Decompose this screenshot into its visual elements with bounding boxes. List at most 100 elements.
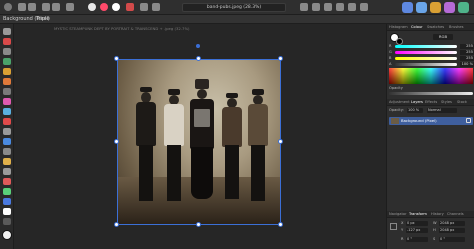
transform-panel-tabs: Navigator Transform History Channels (387, 211, 474, 218)
slider-blue[interactable]: B 255 (389, 56, 474, 61)
new-document-icon[interactable] (18, 3, 26, 11)
resize-handle-top[interactable] (196, 56, 201, 61)
tab-styles[interactable]: Styles (441, 100, 452, 105)
tab-stock[interactable]: Stock (457, 100, 467, 105)
transform-w-field[interactable]: 2048 px (439, 221, 465, 226)
color-mode-dropdown[interactable]: RGB (433, 34, 453, 40)
red-eye-tool-icon[interactable] (3, 168, 11, 175)
paint-brush-icon[interactable] (3, 118, 11, 125)
zoom-tool-icon[interactable] (3, 48, 11, 55)
layer-thumbnail (391, 118, 399, 124)
slider-green[interactable]: G 255 (389, 50, 474, 55)
opacity-label: Opacity (389, 86, 403, 90)
slider-red[interactable]: R 255 (389, 44, 474, 49)
resize-handle-top-left[interactable] (114, 56, 119, 61)
color-spectrum[interactable] (389, 68, 473, 84)
transform-y-field[interactable]: -127 px (406, 228, 428, 233)
pointer-icon[interactable] (88, 3, 96, 11)
quickmask-icon[interactable] (348, 3, 356, 11)
dodge-tool-icon[interactable] (3, 138, 11, 145)
redo-icon[interactable] (52, 3, 60, 11)
selection-brush-icon[interactable] (3, 68, 11, 75)
document-path: MYSTIC STEAMPUNK DEPT BY PORTRAIT & TRAN… (54, 26, 190, 31)
shape-tool-icon[interactable] (3, 198, 11, 205)
export-persona-icon[interactable] (458, 2, 469, 13)
tab-colour[interactable]: Colour (411, 25, 423, 30)
resize-handle-left[interactable] (114, 139, 119, 144)
primary-color-swatch[interactable] (2, 230, 12, 240)
transform-mode-icon[interactable] (336, 3, 344, 11)
tab-channels[interactable]: Channels (447, 212, 464, 217)
tab-adjustment[interactable]: Adjustment (389, 100, 410, 105)
layer-name: Background (Pixel) (401, 118, 437, 123)
resize-handle-bottom-left[interactable] (114, 222, 119, 227)
tools-panel (0, 24, 14, 249)
freehand-selection-icon[interactable] (3, 88, 11, 95)
clone-tool-icon[interactable] (3, 148, 11, 155)
erase-brush-icon[interactable] (3, 128, 11, 135)
arrange-icon[interactable] (152, 3, 160, 11)
anchor-point-grid[interactable] (390, 223, 397, 230)
transform-rotation-field[interactable]: 0 ° (406, 237, 428, 242)
layer-row-background[interactable]: Background (Pixel) (389, 117, 473, 125)
tab-swatches[interactable]: Swatches (427, 25, 444, 30)
healing-brush-icon[interactable] (3, 158, 11, 165)
resize-handle-bottom[interactable] (196, 222, 201, 227)
transform-shear-field[interactable]: 0 ° (439, 237, 465, 242)
canvas-workspace[interactable]: MYSTIC STEAMPUNK DEPT BY PORTRAIT & TRAN… (14, 24, 386, 249)
align-icon[interactable] (140, 3, 148, 11)
right-studio-panel: Histogram Colour Swatches Brushes RGB R … (386, 24, 474, 249)
transform-h-field[interactable]: 2048 px (439, 228, 465, 233)
layer-opacity-field[interactable]: 100 % (407, 108, 423, 113)
tab-transform[interactable]: Transform (409, 212, 427, 217)
selection-bounding-box[interactable] (117, 59, 281, 225)
tab-histogram[interactable]: Histogram (389, 25, 408, 30)
tab-layers[interactable]: Layers (411, 100, 423, 105)
tab-brushes[interactable]: Brushes (449, 25, 463, 30)
tone-mapping-persona-icon[interactable] (444, 2, 455, 13)
layer-visibility-checkbox[interactable] (466, 118, 471, 123)
tab-effects[interactable]: Effects (425, 100, 437, 105)
layers-panel-tabs: Adjustment Layers Effects Styles Stock (387, 99, 474, 106)
color-wheel-icon[interactable] (100, 3, 108, 11)
magnet-icon[interactable] (312, 3, 320, 11)
document-title[interactable]: band-pubs.jpeg (28.3%) (182, 3, 286, 12)
view-mode-icon[interactable] (360, 3, 368, 11)
top-toolbar: band-pubs.jpeg (28.3%) (0, 0, 474, 15)
liquify-persona-icon[interactable] (416, 2, 427, 13)
transform-x-field[interactable]: 0 px (406, 221, 428, 226)
levels-icon[interactable] (126, 3, 134, 11)
mode-dropdown[interactable]: Triple (36, 16, 49, 23)
flood-fill-icon[interactable] (3, 98, 11, 105)
crop-tool-icon[interactable] (3, 58, 11, 65)
gradient-tool-icon[interactable] (3, 108, 11, 115)
grid-icon[interactable] (66, 3, 74, 11)
pen-tool-icon[interactable] (3, 188, 11, 195)
text-tool-icon[interactable] (3, 208, 11, 215)
opacity-slider[interactable] (389, 92, 473, 95)
layer-opacity-label: Opacity: (389, 108, 404, 112)
color-picker-icon[interactable] (3, 218, 11, 225)
resize-handle-top-right[interactable] (278, 56, 283, 61)
resize-handle-bottom-right[interactable] (278, 222, 283, 227)
blend-mode-dropdown[interactable]: Normal (427, 108, 457, 113)
view-tool-icon[interactable] (3, 38, 11, 45)
snapping-icon[interactable] (300, 3, 308, 11)
selection-mode-icon[interactable] (324, 3, 332, 11)
move-tool-icon[interactable] (3, 28, 11, 35)
tab-history[interactable]: History (431, 212, 444, 217)
develop-persona-icon[interactable] (430, 2, 441, 13)
app-icon[interactable] (4, 3, 12, 11)
slider-alpha[interactable]: A 100 % (389, 62, 474, 67)
context-toolbar: Background (Pixel) Triple (0, 15, 474, 24)
color-panel-tabs: Histogram Colour Swatches Brushes (387, 24, 474, 31)
photo-persona-icon[interactable] (402, 2, 413, 13)
tab-navigator[interactable]: Navigator (389, 212, 407, 217)
open-icon[interactable] (28, 3, 36, 11)
resize-handle-right[interactable] (278, 139, 283, 144)
blemish-tool-icon[interactable] (3, 178, 11, 185)
marquee-tool-icon[interactable] (3, 78, 11, 85)
undo-icon[interactable] (42, 3, 50, 11)
white-balance-icon[interactable] (112, 3, 120, 11)
rotate-handle[interactable] (196, 44, 200, 48)
